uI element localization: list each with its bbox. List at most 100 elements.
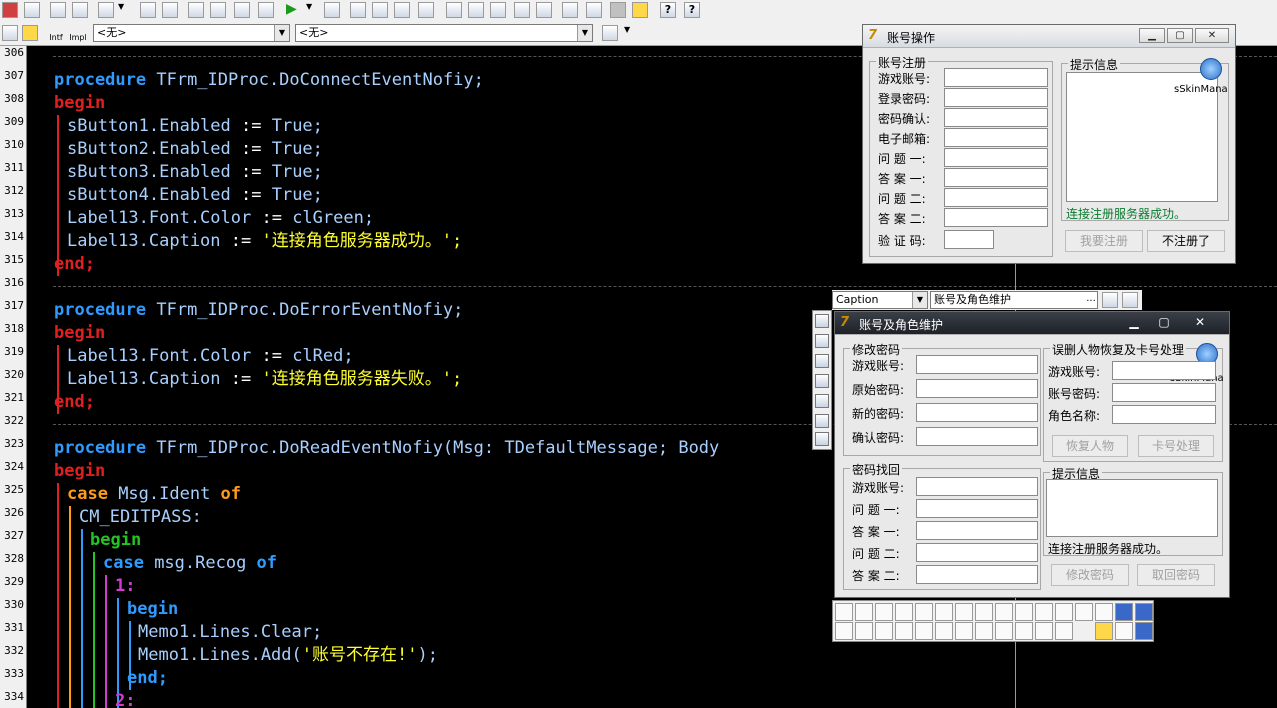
window-titlebar[interactable]: 7 账号操作 ▁ ▢ ✕ bbox=[863, 25, 1235, 48]
restore-role-button[interactable]: 恢复人物 bbox=[1052, 435, 1128, 457]
find-icon[interactable] bbox=[490, 2, 506, 18]
close-button[interactable]: ✕ bbox=[1195, 28, 1229, 43]
align-middle-icon[interactable] bbox=[955, 603, 973, 621]
password-input[interactable] bbox=[944, 88, 1048, 107]
move-left-icon[interactable] bbox=[1035, 622, 1053, 640]
run-dropdown-icon[interactable]: ▼ bbox=[306, 2, 316, 18]
grow-width-icon[interactable] bbox=[955, 622, 973, 640]
answer1-input[interactable] bbox=[944, 168, 1048, 187]
same-size-icon[interactable] bbox=[1035, 603, 1053, 621]
component-icon[interactable] bbox=[2, 2, 18, 18]
property-value-input[interactable]: 账号及角色维护 bbox=[930, 291, 1098, 309]
find-answer1-input[interactable] bbox=[916, 521, 1038, 540]
brush-icon[interactable] bbox=[815, 334, 829, 348]
space-h-dec-icon[interactable] bbox=[855, 622, 873, 640]
list-dropdown-icon[interactable]: ▼ bbox=[624, 25, 634, 41]
intf-button[interactable]: Intf bbox=[46, 23, 66, 43]
info-memo[interactable] bbox=[1046, 479, 1218, 537]
open-project-icon[interactable] bbox=[98, 2, 114, 18]
minimize-button[interactable]: ▁ bbox=[1121, 315, 1147, 330]
help-context-icon[interactable]: ? bbox=[684, 2, 700, 18]
space-v-inc-icon[interactable] bbox=[895, 622, 913, 640]
space-h-inc-icon[interactable] bbox=[835, 622, 853, 640]
edit-icon[interactable] bbox=[468, 2, 484, 18]
dropdown-icon[interactable]: ▼ bbox=[118, 2, 128, 18]
question2-input[interactable] bbox=[944, 188, 1048, 207]
pause-icon[interactable] bbox=[324, 2, 340, 18]
shrink-height-icon[interactable] bbox=[1015, 622, 1033, 640]
space-v-rem-icon[interactable] bbox=[935, 622, 953, 640]
impl-button[interactable]: Impl bbox=[68, 23, 88, 43]
modify-password-button[interactable]: 修改密码 bbox=[1051, 564, 1129, 586]
run-icon[interactable]: ▶ bbox=[286, 2, 302, 18]
form-list-icon[interactable] bbox=[815, 394, 829, 408]
gear-icon[interactable] bbox=[632, 2, 648, 18]
lock-icon[interactable] bbox=[1095, 622, 1113, 640]
run-to-icon[interactable] bbox=[418, 2, 434, 18]
same-height-icon[interactable] bbox=[1015, 603, 1033, 621]
align-vspace-icon[interactable] bbox=[915, 603, 933, 621]
open-icon[interactable] bbox=[50, 2, 66, 18]
retrieve-password-button[interactable]: 取回密码 bbox=[1137, 564, 1215, 586]
find-answer2-input[interactable] bbox=[916, 565, 1038, 584]
card-process-button[interactable]: 卡号处理 bbox=[1138, 435, 1214, 457]
ellipsis-button[interactable]: ... bbox=[1084, 293, 1098, 307]
move-right-icon[interactable] bbox=[1055, 622, 1073, 640]
new-password-input[interactable] bbox=[916, 403, 1038, 422]
restore-account-input[interactable] bbox=[1112, 361, 1216, 380]
step-over-icon[interactable] bbox=[372, 2, 388, 18]
account-input[interactable] bbox=[944, 68, 1048, 87]
confirm-new-password-input[interactable] bbox=[916, 427, 1038, 446]
table-icon[interactable] bbox=[1115, 603, 1133, 621]
form-icon[interactable] bbox=[22, 25, 38, 41]
maximize-button[interactable]: ▢ bbox=[1167, 28, 1193, 43]
remove-file-icon[interactable] bbox=[210, 2, 226, 18]
help-icon[interactable]: ? bbox=[660, 2, 676, 18]
modify-account-input[interactable] bbox=[916, 355, 1038, 374]
chevron-down-icon[interactable]: ▼ bbox=[274, 25, 289, 41]
close-icon[interactable] bbox=[162, 2, 178, 18]
class-combo[interactable]: <无> ▼ bbox=[93, 24, 290, 42]
window-icon[interactable] bbox=[815, 374, 829, 388]
unit-icon[interactable] bbox=[2, 25, 18, 41]
answer2-input[interactable] bbox=[944, 208, 1048, 227]
grow-height-icon[interactable] bbox=[995, 622, 1013, 640]
save-all-icon[interactable] bbox=[140, 2, 156, 18]
align-hspace-icon[interactable] bbox=[895, 603, 913, 621]
resource-icon[interactable] bbox=[586, 2, 602, 18]
toggle-form-icon[interactable] bbox=[446, 2, 462, 18]
bring-front-icon[interactable] bbox=[1095, 603, 1113, 621]
list-icon[interactable] bbox=[602, 25, 618, 41]
grid-snap-icon[interactable] bbox=[1135, 603, 1153, 621]
align-top-icon[interactable] bbox=[935, 603, 953, 621]
dollar-icon[interactable] bbox=[815, 432, 829, 446]
tab-order-icon[interactable] bbox=[1135, 622, 1153, 640]
question1-input[interactable] bbox=[944, 148, 1048, 167]
captcha-input[interactable] bbox=[944, 230, 994, 249]
package-icon[interactable] bbox=[536, 2, 552, 18]
restore-password-input[interactable] bbox=[1112, 383, 1216, 402]
chevron-down-icon[interactable]: ▼ bbox=[912, 292, 927, 308]
space-equal-icon[interactable] bbox=[1055, 603, 1073, 621]
align-bottom-icon[interactable] bbox=[975, 603, 993, 621]
find-account-input[interactable] bbox=[916, 477, 1038, 496]
chevron-down-icon[interactable]: ▼ bbox=[577, 25, 592, 41]
trace-icon[interactable] bbox=[394, 2, 410, 18]
account-role-window[interactable]: 7 账号及角色维护 ▁ ▢ ✕ 修改密码 游戏账号: 原始密码: 新的密码: 确… bbox=[834, 311, 1230, 598]
space-v-dec-icon[interactable] bbox=[915, 622, 933, 640]
new-icon[interactable] bbox=[24, 2, 40, 18]
save-icon[interactable] bbox=[72, 2, 88, 18]
old-password-input[interactable] bbox=[916, 379, 1038, 398]
style-icon[interactable] bbox=[815, 414, 829, 428]
find-question1-input[interactable] bbox=[916, 499, 1038, 518]
align-center-icon[interactable] bbox=[855, 603, 873, 621]
account-operation-window[interactable]: 7 账号操作 ▁ ▢ ✕ 账号注册 游戏账号: 登录密码: 密码确认: 电子邮箱… bbox=[862, 24, 1236, 264]
property-combo[interactable]: Caption ▼ bbox=[832, 291, 928, 309]
align-left-icon[interactable] bbox=[835, 603, 853, 621]
close-button[interactable]: ✕ bbox=[1187, 315, 1213, 330]
user-icon[interactable] bbox=[1102, 292, 1118, 308]
tools-icon[interactable] bbox=[1122, 292, 1138, 308]
email-input[interactable] bbox=[944, 128, 1048, 147]
role-name-input[interactable] bbox=[1112, 405, 1216, 424]
same-width-icon[interactable] bbox=[995, 603, 1013, 621]
